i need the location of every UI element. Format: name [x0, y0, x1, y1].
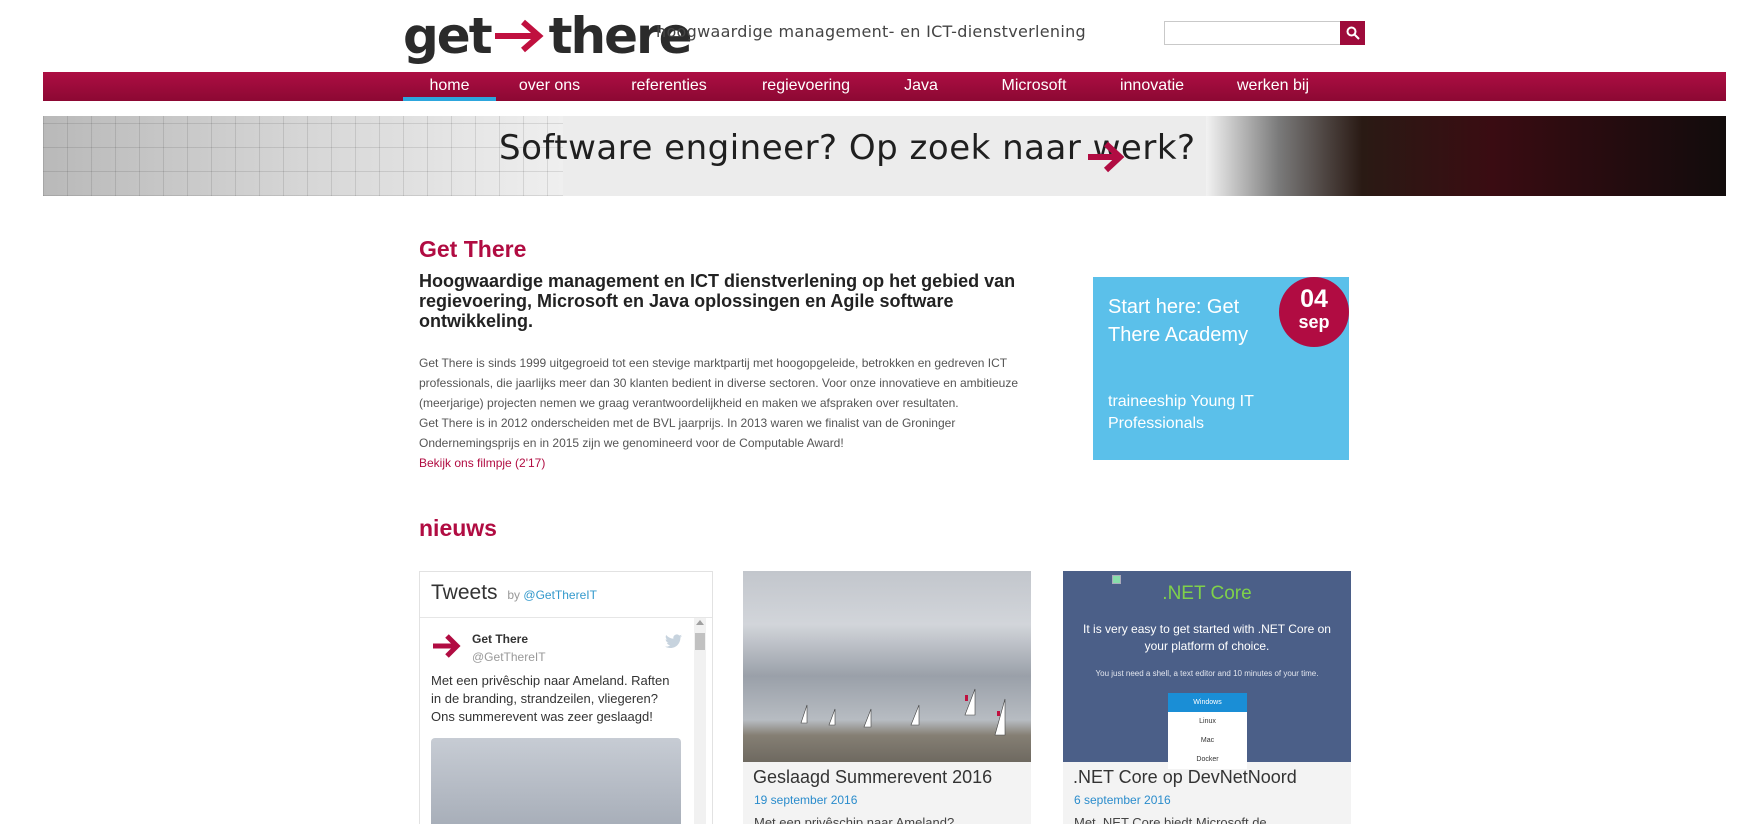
- nav-item-microsoft[interactable]: Microsoft: [993, 72, 1075, 101]
- intro-paragraph-2: Get There is in 2012 onderscheiden met d…: [419, 416, 956, 450]
- search-icon: [1346, 26, 1360, 40]
- netcore-line-2: You just need a shell, a text editor and…: [1095, 669, 1319, 678]
- nav-item-over-ons[interactable]: over ons: [507, 72, 592, 101]
- nav-item-innovatie[interactable]: innovatie: [1112, 72, 1192, 101]
- news-card-excerpt: Met .NET Core biedt Microsoft de: [1074, 815, 1267, 824]
- news-card-image[interactable]: .NET Core It is very easy to get started…: [1063, 571, 1351, 769]
- video-link[interactable]: Bekijk ons filmpje (2'17): [419, 456, 545, 470]
- news-card-title[interactable]: .NET Core op DevNetNoord: [1073, 767, 1297, 788]
- banner-arrow-icon: [1088, 141, 1125, 173]
- news-card-title[interactable]: Geslaagd Summerevent 2016: [753, 767, 992, 788]
- netcore-platform-menu: Windows Linux Mac Docker: [1168, 693, 1247, 769]
- news-card-date: 6 september 2016: [1074, 793, 1171, 807]
- news-card-excerpt: Met een privêschip naar Ameland?: [754, 815, 955, 824]
- news-card-date: 19 september 2016: [754, 793, 858, 807]
- logo[interactable]: get there: [403, 6, 693, 66]
- tweet-author-handle[interactable]: @GetThereIT: [472, 650, 546, 664]
- tweets-header: Tweets by @GetThereIT: [431, 581, 597, 605]
- tweet-avatar-arrow-icon[interactable]: [432, 633, 462, 659]
- hero-banner[interactable]: Software engineer? Op zoek naar werk?: [43, 116, 1726, 196]
- divider: [420, 617, 712, 618]
- promo-month: sep: [1298, 312, 1330, 332]
- platform-windows: Windows: [1168, 693, 1247, 712]
- news-card-netcore[interactable]: .NET Core It is very easy to get started…: [1063, 571, 1351, 824]
- sailboats-illustration: [800, 688, 1006, 736]
- twitter-widget: Tweets by @GetThereIT Get There @GetTher…: [419, 571, 713, 824]
- logo-get: get: [403, 7, 493, 65]
- tweets-title: Tweets: [431, 581, 498, 604]
- netcore-heading: .NET Core: [1162, 583, 1252, 604]
- scrollbar-thumb[interactable]: [695, 633, 705, 650]
- logo-arrow-icon: [494, 19, 544, 53]
- intro-paragraph-1: Get There is sinds 1999 uitgegroeid tot …: [419, 356, 1019, 410]
- tweets-scrollbar[interactable]: [694, 618, 706, 824]
- promo-title: Start here: Get There Academy: [1108, 296, 1249, 346]
- tagline: hoogwaardige management- en ICT-dienstve…: [656, 22, 1086, 41]
- tweet-image[interactable]: [431, 738, 681, 824]
- page-title: Get There: [419, 236, 527, 262]
- search-button[interactable]: [1340, 21, 1365, 45]
- banner-guitar-sketch: [43, 116, 563, 196]
- nav-item-regievoering[interactable]: regievoering: [754, 72, 858, 101]
- nav-item-referenties[interactable]: referenties: [621, 72, 717, 101]
- news-card-summerevent[interactable]: Geslaagd Summerevent 2016 19 september 2…: [743, 571, 1031, 824]
- main-nav: home over ons referenties regievoering J…: [43, 72, 1726, 101]
- search-box[interactable]: [1164, 21, 1365, 45]
- nav-item-java[interactable]: Java: [896, 72, 946, 101]
- netcore-line-1: It is very easy to get started with .NET…: [1083, 622, 1331, 653]
- nav-item-werken-bij[interactable]: werken bij: [1231, 72, 1315, 101]
- promo-subtitle: traineeship Young IT Professionals: [1108, 393, 1254, 432]
- banner-guitar-photo: [1206, 116, 1726, 196]
- platform-linux: Linux: [1199, 718, 1216, 725]
- news-heading: nieuws: [419, 515, 497, 541]
- tweets-by-label: by: [507, 588, 521, 602]
- academy-promo[interactable]: Start here: Get There Academy traineeshi…: [1093, 277, 1349, 460]
- twitter-bird-icon[interactable]: [665, 634, 683, 648]
- nav-item-home[interactable]: home: [403, 72, 496, 101]
- platform-mac: Mac: [1200, 737, 1215, 744]
- tweet-author-name[interactable]: Get There: [472, 632, 528, 646]
- tweets-handle-link[interactable]: @GetThereIT: [523, 588, 597, 602]
- promo-date-badge: 04 sep: [1279, 277, 1349, 347]
- page-subtitle: Hoogwaardige management en ICT dienstver…: [419, 271, 1016, 331]
- tweet-text: Met een privêschip naar Ameland. Raften …: [431, 673, 670, 724]
- promo-day: 04: [1300, 285, 1328, 313]
- search-input[interactable]: [1165, 22, 1364, 44]
- scroll-up-icon[interactable]: [696, 620, 704, 625]
- intro-text: Get There is sinds 1999 uitgegroeid tot …: [419, 353, 1059, 473]
- news-card-image[interactable]: [743, 571, 1031, 762]
